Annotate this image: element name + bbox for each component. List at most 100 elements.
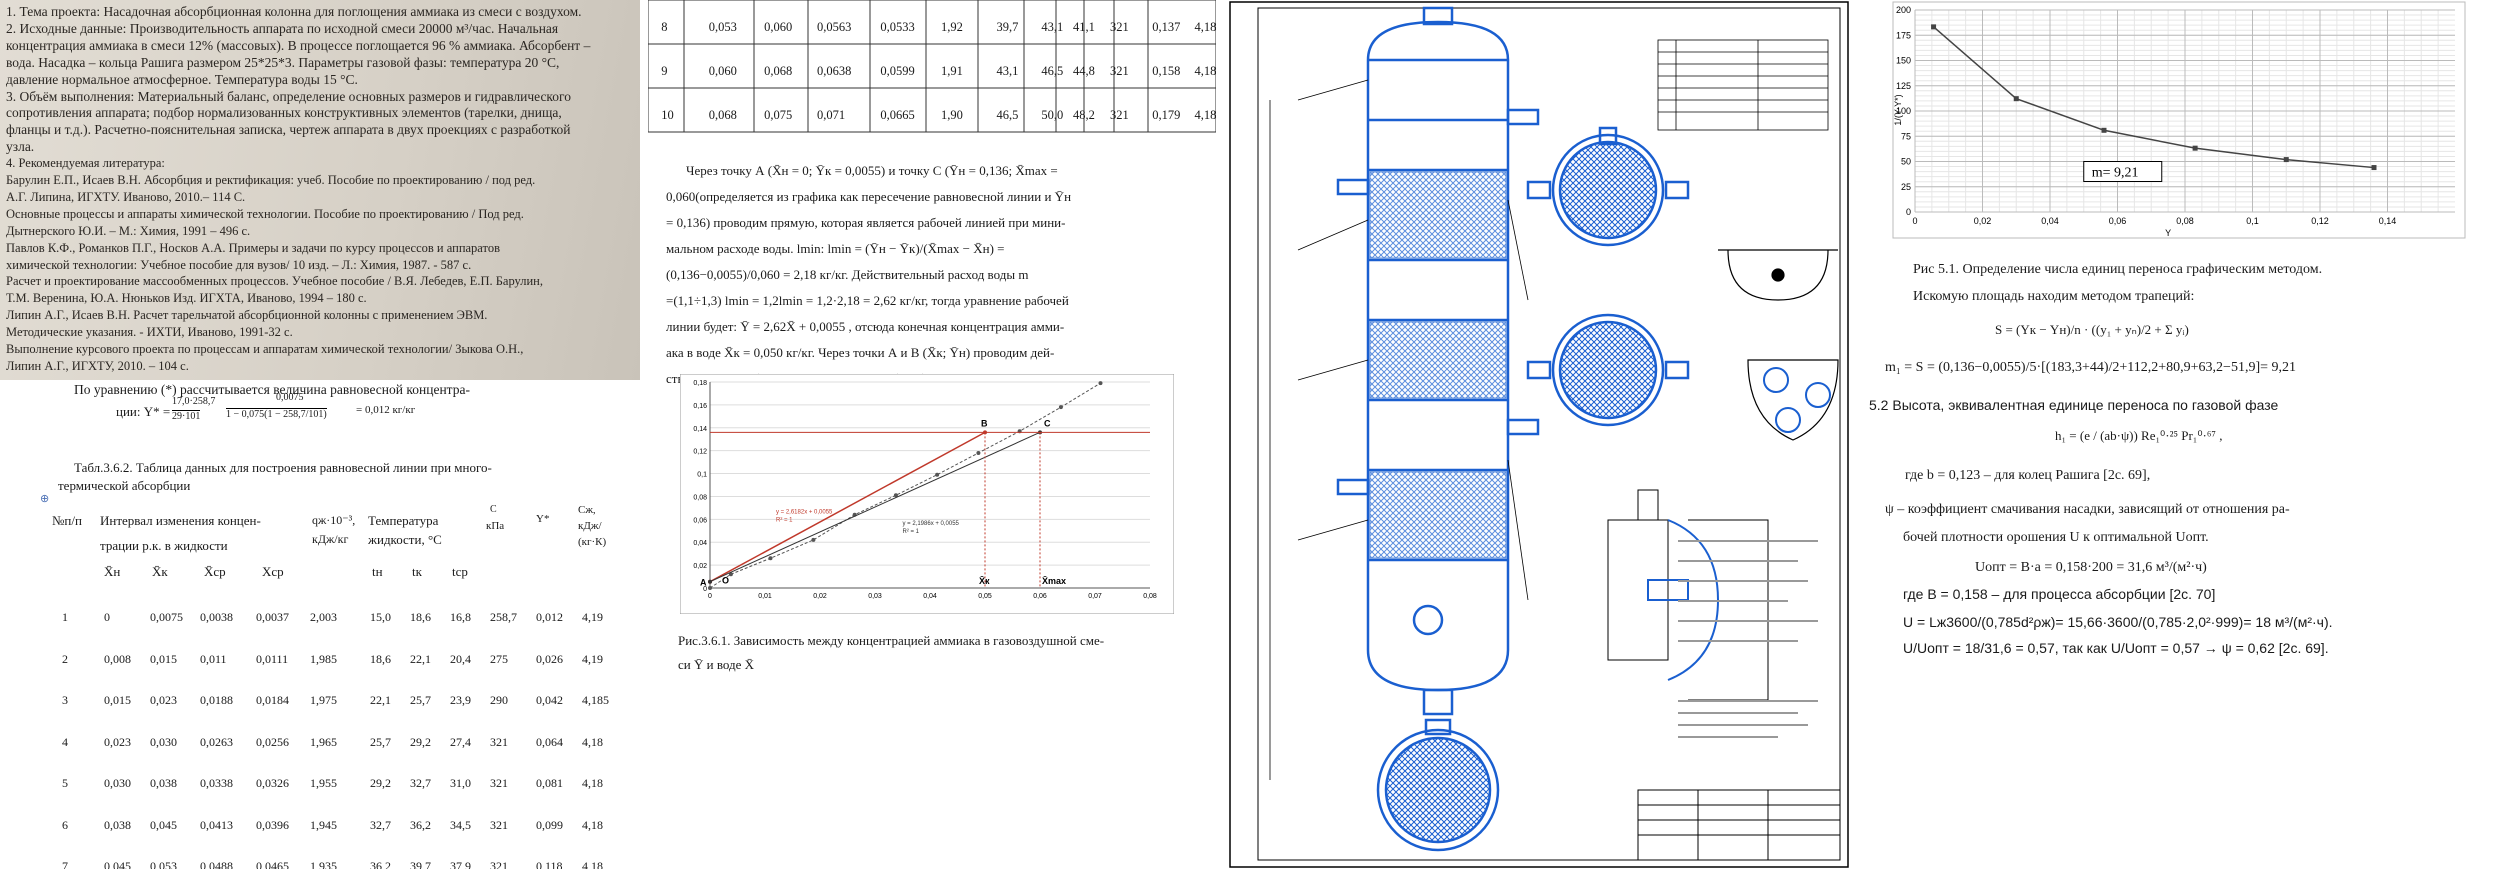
col-header-ystar: Y* — [536, 513, 550, 525]
y-tick-label: 0,16 — [693, 403, 707, 410]
table-cell: 10 — [661, 108, 674, 122]
assignment-line: Выполнение курсового проекта по процесса… — [6, 342, 524, 356]
assignment-line: Павлов К.Ф., Романков П.Г., Носков А.А. … — [6, 240, 500, 255]
calc-line: U/Uопт = 18/31,6 = 0,57, так как U/Uопт … — [1903, 640, 2329, 656]
table-cell: 46,5 — [996, 108, 1019, 122]
x-tick-label: 0,12 — [2311, 216, 2329, 226]
table-cell: 37,9 — [450, 859, 471, 869]
table-cell: 0,042 — [536, 693, 563, 707]
transfer-units-chart: 02550751001251501752000 0,02 0,04 0,06 0,08 0… — [1892, 1, 2466, 239]
x-tick-label: 0,02 — [1974, 216, 1992, 226]
paragraph-line: = 0,136) проводим прямую, которая являет… — [666, 215, 1066, 230]
equation-result: = 0,012 кг/кг — [356, 404, 416, 416]
data-point — [935, 472, 940, 477]
table-cell: 2,003 — [310, 610, 337, 624]
table-cell: 0,026 — [536, 651, 563, 666]
y-tick-label: 0,14 — [693, 426, 707, 433]
table-cell: 1,975 — [310, 693, 337, 707]
table-cell: 2 — [62, 651, 68, 666]
table-cell: 0,060 — [764, 20, 793, 34]
table-cell: 1,91 — [941, 64, 963, 78]
col-header-cw: Cж, — [578, 504, 596, 516]
y-tick-label: 175 — [1896, 30, 1911, 40]
table-cell: 0,081 — [536, 776, 563, 790]
table-cell: 4,18 — [582, 734, 603, 749]
col-header-q-unit: кДж/кг — [312, 532, 349, 546]
data-point — [976, 450, 981, 455]
trend-equation-2: y = 2,1986x + 0,0055 — [903, 521, 960, 527]
table-cell: 4,18 — [1194, 108, 1216, 122]
subheader-tk: tк — [412, 564, 422, 579]
table-cell: 0,0326 — [256, 776, 289, 790]
subheader-tsr: tср — [452, 564, 468, 579]
table-cell: 0,0184 — [256, 693, 289, 707]
equilibrium-working-line-chart: 00,020,040,060,080,10,120,140,160,180 0,0… — [680, 374, 1174, 614]
table-cell: 321 — [1110, 64, 1129, 78]
table-cell: 20,4 — [450, 651, 471, 666]
photo-sheet: 1. Тема проекта: Насадочная абсорбционна… — [0, 0, 640, 380]
table-cell: 46,5 — [1041, 64, 1064, 78]
y-tick-label: 0,12 — [693, 449, 707, 456]
assignment-line: фланцы и т.д.). Расчетно-пояснительная з… — [6, 122, 571, 138]
table-cell: 41,1 — [1073, 20, 1095, 34]
calc-line: Uопт = B·a = 0,158·200 = 31,6 м³/(м²·ч) — [1975, 560, 2207, 575]
subheader-tn: tн — [372, 564, 383, 579]
table-cell: 0,023 — [104, 734, 131, 749]
table-cell: 48,2 — [1073, 108, 1095, 122]
data-point — [2013, 96, 2019, 102]
table-cell: 1,955 — [310, 776, 337, 790]
table-cell: 1,965 — [310, 734, 337, 749]
figure-caption: Рис 5.1. Определение числа единиц перено… — [1913, 262, 2323, 277]
data-point — [768, 556, 773, 561]
table-cell: 0,030 — [104, 776, 131, 790]
table-cell: 0,0488 — [200, 859, 233, 869]
paragraph-line: ака в воде X̄к = 0,050 кг/кг. Через точк… — [666, 345, 1055, 360]
table-cell: 0,045 — [104, 859, 131, 869]
calc-line: U = Lж3600/(0,785d²ρж)= 15,66·3600/(0,78… — [1903, 614, 2333, 630]
data-point — [2192, 145, 2198, 151]
assignment-line: давление нормальное атмосферное. Темпера… — [6, 71, 358, 87]
data-point — [1931, 24, 1937, 30]
point-label: X̄к — [979, 576, 990, 586]
table-cell: 0,0338 — [200, 776, 233, 790]
assignment-line: концентрация аммиака в смеси 12% (массов… — [6, 37, 591, 53]
table-cell: 0,015 — [104, 693, 131, 707]
table-cell: 0,053 — [150, 859, 177, 869]
assignment-line: 3. Объём выполнения: Материальный баланс… — [6, 88, 572, 104]
assignment-line: Расчет и проектирование массообменных пр… — [6, 274, 543, 289]
table-cell: 321 — [490, 859, 508, 869]
table-cell: 1,985 — [310, 651, 337, 666]
table-cell: 0,0599 — [880, 64, 915, 78]
table-cell: 0,075 — [764, 108, 793, 122]
table-cell: 7 — [62, 859, 68, 869]
col-header-num: №п/п — [52, 513, 82, 528]
x-tick-label: 0,03 — [868, 593, 882, 600]
paragraph-line: =(1,1÷1,3) lmin = 1,2lmin = 1,2·2,18 = 2… — [666, 293, 1069, 308]
calc-line: ψ – коэффициент смачивания насадки, зави… — [1885, 502, 2290, 517]
x-tick-label: 0,05 — [978, 593, 992, 600]
assignment-line: Т.М. Веренина, Ю.А. Нюньков Изд. ИГХТА, … — [6, 291, 367, 306]
table-cell: 50,0 — [1041, 108, 1064, 122]
table-cell: 321 — [490, 776, 508, 790]
table-cell: 29,2 — [410, 734, 431, 749]
y-tick-label: 200 — [1896, 5, 1911, 15]
y-tick-label: 0,04 — [693, 540, 707, 547]
table-cell: 31,0 — [450, 776, 471, 790]
equation-fraction-bottom: 29·101 — [172, 410, 201, 422]
m-result-line: m₁ = S = (0,136−0,0055)/5·[(183,3+44)/2+… — [1885, 360, 2297, 375]
data-point — [811, 537, 816, 542]
y-tick-label: 0,06 — [693, 517, 707, 524]
table-cell: 258,7 — [490, 610, 517, 624]
table-cell: 0,179 — [1152, 108, 1181, 122]
assignment-line: Дытнерского Ю.И. – М.: Химия, 1991 – 496… — [6, 223, 251, 238]
x-tick-label: 0,04 — [2041, 216, 2059, 226]
engineering-drawing-sheet — [1228, 0, 1850, 869]
x-tick-label: 0 — [708, 593, 712, 600]
table-cell: 39,7 — [996, 20, 1019, 34]
equilibrium-table-section: По уравнению (*) рассчитывается величина… — [0, 380, 640, 869]
col-header-cw-unit: кДж/ — [578, 520, 602, 532]
table-cell: 0,0396 — [256, 817, 289, 832]
x-tick-label: 0,08 — [1143, 593, 1157, 600]
table-cell: 0,015 — [150, 651, 177, 666]
data-point — [1058, 405, 1063, 410]
